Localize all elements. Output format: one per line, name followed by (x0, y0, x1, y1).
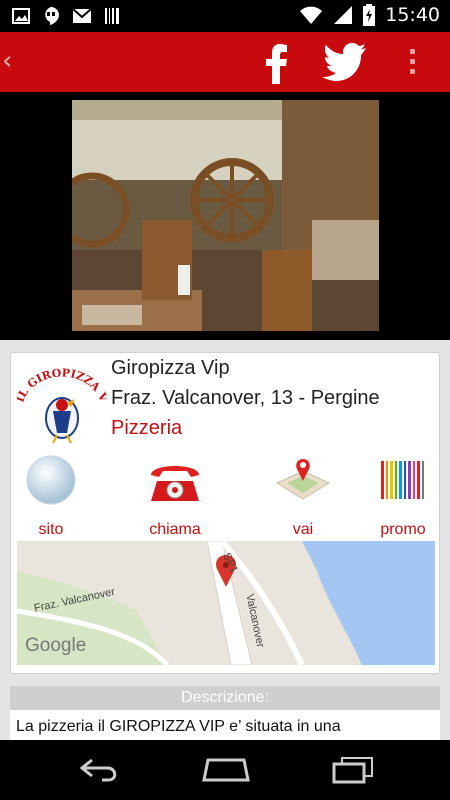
status-bar: 15:40 (0, 0, 450, 32)
chiama-button[interactable]: chiama (135, 455, 215, 538)
facebook-icon[interactable] (260, 40, 292, 84)
twitter-icon[interactable] (322, 42, 368, 82)
vai-label: vai (292, 521, 314, 538)
telephone-icon (151, 466, 199, 501)
description-text: La pizzeria il GIROPIZZA VIP e’ situata … (16, 718, 341, 735)
signal-icon (334, 6, 353, 24)
content-area: IL GIROPIZZA VIP Giropizza Vip Fraz. Val… (0, 340, 450, 746)
business-address: Fraz. Valcanover, 13 - Pergine (111, 387, 380, 409)
hangouts-icon (45, 7, 59, 25)
promo-button[interactable]: promo (363, 455, 443, 538)
back-nav-icon[interactable] (78, 756, 122, 784)
business-name: Giropizza Vip (111, 357, 230, 379)
restaurant-photo (72, 100, 379, 331)
overflow-menu-icon[interactable] (404, 46, 420, 78)
vai-button[interactable]: vai (263, 455, 343, 538)
sito-button[interactable]: sito (11, 455, 91, 538)
sito-label: sito (38, 521, 64, 538)
business-card: IL GIROPIZZA VIP Giropizza Vip Fraz. Val… (10, 352, 440, 674)
description-section: Descrizione: La pizzeria il GIROPIZZA VI… (10, 686, 440, 746)
action-bar: ‹ (0, 32, 450, 92)
business-logo: IL GIROPIZZA VIP (17, 363, 107, 444)
map-pin-icon (275, 459, 331, 500)
gmail-icon (72, 8, 92, 23)
navigation-bar (0, 740, 450, 800)
location-map[interactable]: SP1 Valcanover Fraz. Valcanover Google (17, 541, 435, 665)
recents-nav-icon[interactable] (330, 756, 374, 784)
promo-label: promo (380, 521, 426, 538)
back-button[interactable]: ‹ (2, 46, 22, 76)
barcode-promo-icon (381, 461, 424, 499)
battery-icon (363, 4, 376, 26)
google-attribution: Google (25, 635, 87, 656)
chiama-label: chiama (149, 521, 201, 538)
image-icon (12, 8, 30, 24)
status-time: 15:40 (385, 4, 440, 26)
description-header: Descrizione: (10, 686, 440, 710)
barcode-icon (105, 8, 119, 24)
home-nav-icon[interactable] (202, 756, 250, 784)
wifi-icon (300, 6, 323, 24)
photo-area (0, 92, 450, 340)
globe-icon (26, 455, 76, 505)
business-category: Pizzeria (111, 417, 183, 439)
